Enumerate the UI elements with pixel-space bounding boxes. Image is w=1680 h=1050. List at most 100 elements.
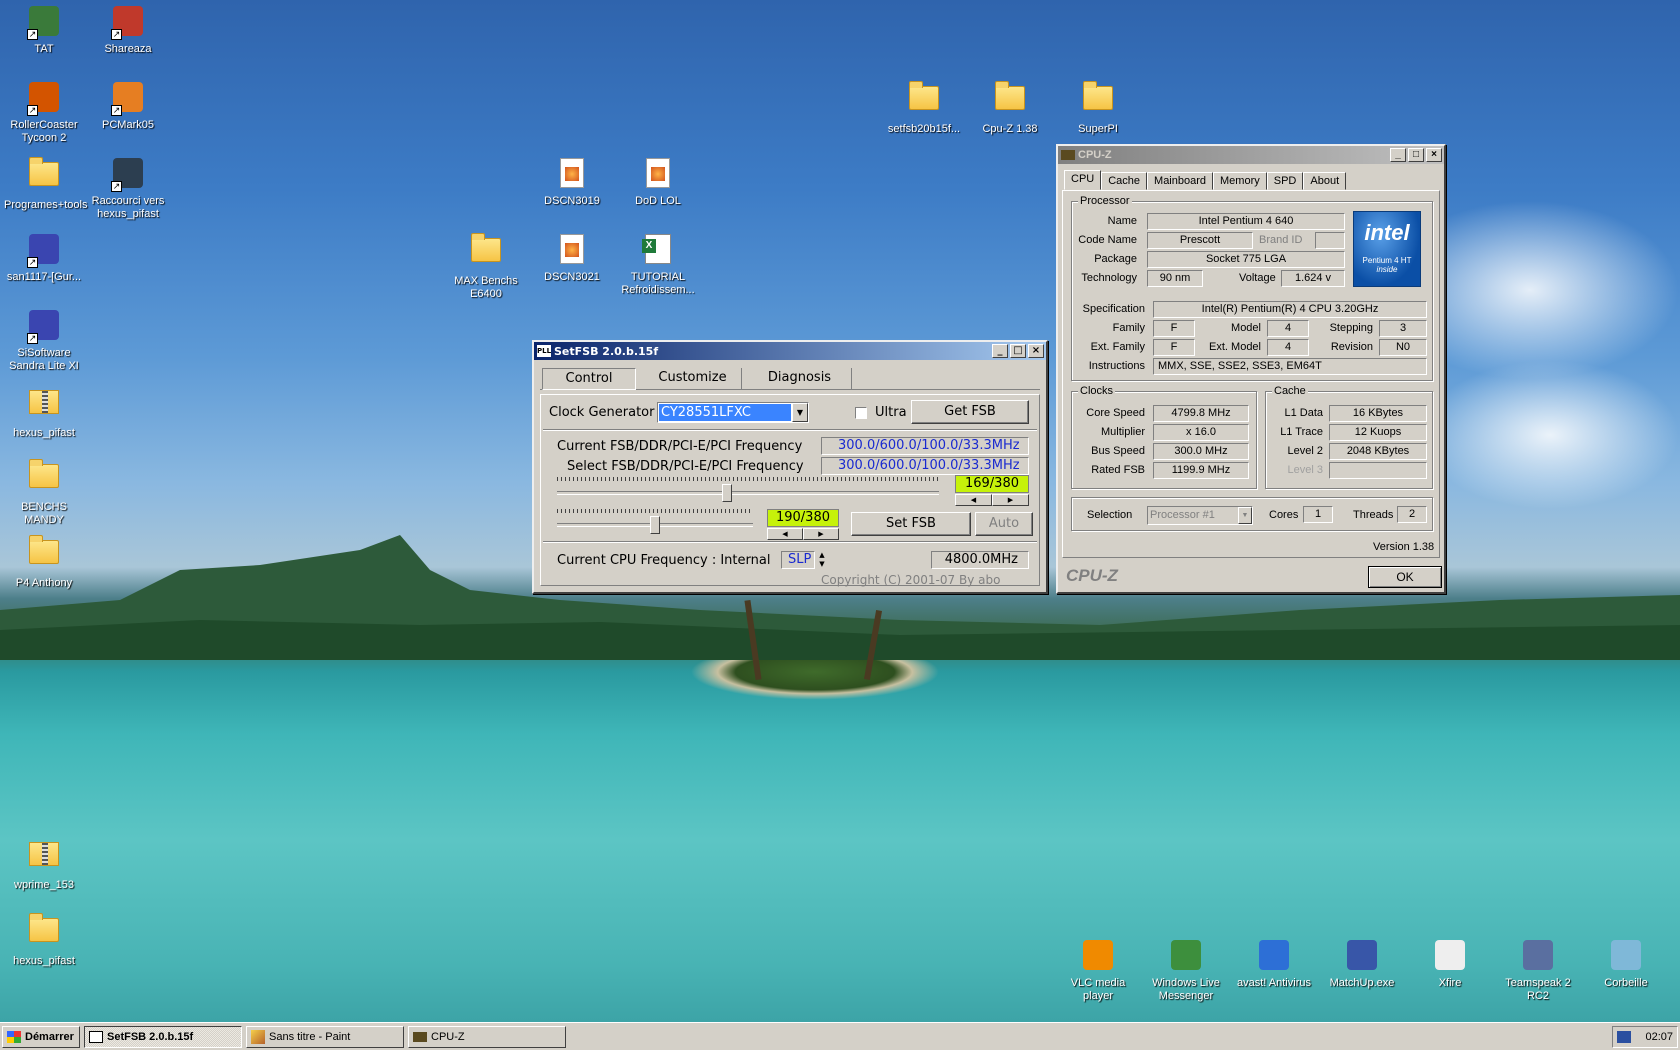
desktop-icon[interactable]: wprime_153: [2, 836, 86, 892]
get-fsb-button[interactable]: Get FSB: [911, 400, 1029, 424]
minimize-button[interactable]: _: [992, 344, 1008, 358]
app-icon: ↗: [27, 310, 61, 344]
right-arrow-icon[interactable]: ▶: [803, 528, 839, 540]
desktop-icon[interactable]: Programes+tools: [2, 156, 87, 212]
desktop-icon[interactable]: DSCN3021: [530, 232, 614, 284]
chevron-down-icon[interactable]: ▼: [1238, 507, 1252, 524]
intel-logo-inside: inside: [1376, 265, 1398, 274]
slider1-spin[interactable]: ◀ ▶: [955, 494, 1029, 506]
auto-button[interactable]: Auto: [975, 512, 1033, 536]
desktop-icon[interactable]: Corbeille: [1584, 938, 1668, 990]
slp-field[interactable]: SLP: [781, 551, 815, 569]
clock-generator-select[interactable]: CY28551LFXC ▼: [657, 402, 809, 423]
desktop-icon[interactable]: SuperPI: [1056, 80, 1140, 136]
setfsb-tabbar: Control Customize Diagnosis: [540, 366, 1040, 390]
instructions-value: MMX, SSE, SSE2, SSE3, EM64T: [1153, 358, 1427, 375]
desktop-icon[interactable]: ↗ Shareaza: [86, 4, 170, 56]
cpuz-titlebar[interactable]: CPU-Z _ □ ×: [1058, 146, 1444, 164]
slider2-spin[interactable]: ◀ ▶: [767, 528, 839, 540]
technology-label: Technology: [1081, 272, 1137, 284]
cores-label: Cores: [1269, 509, 1299, 521]
chevron-down-icon[interactable]: ▼: [792, 403, 808, 422]
l1trace-value: 12 Kuops: [1329, 424, 1427, 441]
tab-spd[interactable]: SPD: [1266, 172, 1304, 190]
desktop-icon[interactable]: DSCN3019: [530, 156, 614, 208]
cpu-freq-value: 4800.0MHz: [931, 551, 1029, 569]
desktop-icon[interactable]: MatchUp.exe: [1320, 938, 1404, 990]
tab-cache[interactable]: Cache: [1101, 172, 1148, 190]
select-freq-value: 300.0/600.0/100.0/33.3MHz: [821, 457, 1029, 475]
desktop-icon[interactable]: ↗ san1117-[Gur...: [2, 232, 86, 284]
desktop-icon[interactable]: Xfire: [1408, 938, 1492, 990]
app-icon: [1081, 940, 1115, 974]
tab-cpu[interactable]: CPU: [1064, 170, 1102, 190]
shortcut-arrow-icon: ↗: [27, 333, 38, 344]
tab-mainboard[interactable]: Mainboard: [1147, 172, 1214, 190]
folder-icon: [1081, 81, 1115, 120]
close-button[interactable]: ×: [1028, 344, 1044, 358]
taskbar-item-setfsb[interactable]: SetFSB 2.0.b.15f: [84, 1025, 242, 1048]
tab-control[interactable]: Control: [542, 368, 636, 390]
desktop-icon[interactable]: ↗ TAT: [2, 4, 86, 56]
desktop-icon[interactable]: VLC media player: [1056, 938, 1140, 1003]
tab-about[interactable]: About: [1303, 172, 1347, 190]
app-icon: [1257, 940, 1291, 974]
pci-slider-thumb[interactable]: [650, 516, 660, 534]
left-arrow-icon[interactable]: ◀: [767, 528, 803, 540]
desktop-icon[interactable]: avast! Antivirus: [1232, 938, 1316, 990]
desktop-icon[interactable]: Teamspeak 2 RC2: [1496, 938, 1580, 1003]
tab-diagnosis[interactable]: Diagnosis: [748, 368, 852, 390]
desktop-icon[interactable]: setfsb20b15f...: [882, 80, 966, 136]
desktop-icon-label: avast! Antivirus: [1237, 977, 1311, 989]
multiplier-value: x 16.0: [1153, 424, 1249, 441]
shortcut-arrow-icon: ↗: [111, 181, 122, 192]
maximize-button[interactable]: □: [1010, 344, 1026, 358]
desktop-icon[interactable]: hexus_pifast: [2, 912, 86, 968]
fsb-slider-thumb[interactable]: [721, 484, 732, 502]
maximize-button[interactable]: □: [1408, 148, 1424, 162]
slp-spin[interactable]: ▲ ▼: [817, 551, 827, 569]
desktop-icon[interactable]: ↗ Raccourci vers hexus_pifast: [86, 156, 170, 221]
left-arrow-icon[interactable]: ◀: [955, 494, 992, 506]
name-value: Intel Pentium 4 640: [1147, 213, 1345, 230]
slider1-value: 169/380: [955, 475, 1029, 493]
extfamily-label: Ext. Family: [1090, 341, 1145, 353]
desktop-icon[interactable]: TUTORIAL Refroidissem...: [616, 232, 700, 297]
set-fsb-button[interactable]: Set FSB: [851, 512, 971, 536]
taskbar-item-paint[interactable]: Sans titre - Paint: [246, 1025, 404, 1048]
extfamily-value: F: [1153, 339, 1195, 356]
shortcut-arrow-icon: ↗: [27, 29, 38, 40]
technology-value: 90 nm: [1147, 270, 1203, 287]
ultra-label: Ultra: [875, 405, 907, 420]
cpuz-app-icon: [1061, 150, 1075, 160]
cpuz-tabbar: CPU Cache Mainboard Memory SPD About: [1064, 170, 1347, 190]
desktop-icon[interactable]: ↗ SiSoftware Sandra Lite XI: [2, 308, 86, 373]
ok-button[interactable]: OK: [1368, 566, 1442, 588]
desktop-icon[interactable]: DoD LOL: [616, 156, 700, 208]
folder-icon: [27, 913, 61, 952]
desktop-icon[interactable]: BENCHS MANDY: [2, 458, 86, 527]
setfsb-titlebar[interactable]: PLL SetFSB 2.0.b.15f _ □ ×: [534, 342, 1046, 360]
taskbar-item-cpuz[interactable]: CPU-Z: [408, 1025, 566, 1048]
tab-memory[interactable]: Memory: [1213, 172, 1267, 190]
busspeed-label: Bus Speed: [1091, 445, 1145, 457]
model-value: 4: [1267, 320, 1309, 337]
start-button[interactable]: Démarrer: [2, 1025, 80, 1048]
desktop-icon[interactable]: ↗ PCMark05: [86, 80, 170, 132]
desktop-icon[interactable]: Cpu-Z 1.38: [968, 80, 1052, 136]
app-icon: ↗: [111, 82, 145, 116]
desktop-icon[interactable]: P4 Anthony: [2, 534, 86, 590]
desktop-icon[interactable]: MAX Benchs E6400: [444, 232, 528, 301]
minimize-button[interactable]: _: [1390, 148, 1406, 162]
revision-label: Revision: [1330, 341, 1373, 353]
desktop-icon[interactable]: hexus_pifast: [2, 384, 86, 440]
right-arrow-icon[interactable]: ▶: [992, 494, 1029, 506]
network-icon[interactable]: [1617, 1030, 1631, 1043]
tab-customize[interactable]: Customize: [644, 368, 742, 390]
ultra-checkbox[interactable]: [855, 407, 867, 419]
desktop-icon[interactable]: Windows Live Messenger: [1144, 938, 1228, 1003]
close-button[interactable]: ×: [1426, 148, 1442, 162]
selection-select[interactable]: Processor #1 ▼: [1147, 506, 1253, 525]
desktop-icon[interactable]: ↗ RollerCoaster Tycoon 2: [2, 80, 86, 145]
desktop-icon-label: PCMark05: [102, 119, 154, 131]
